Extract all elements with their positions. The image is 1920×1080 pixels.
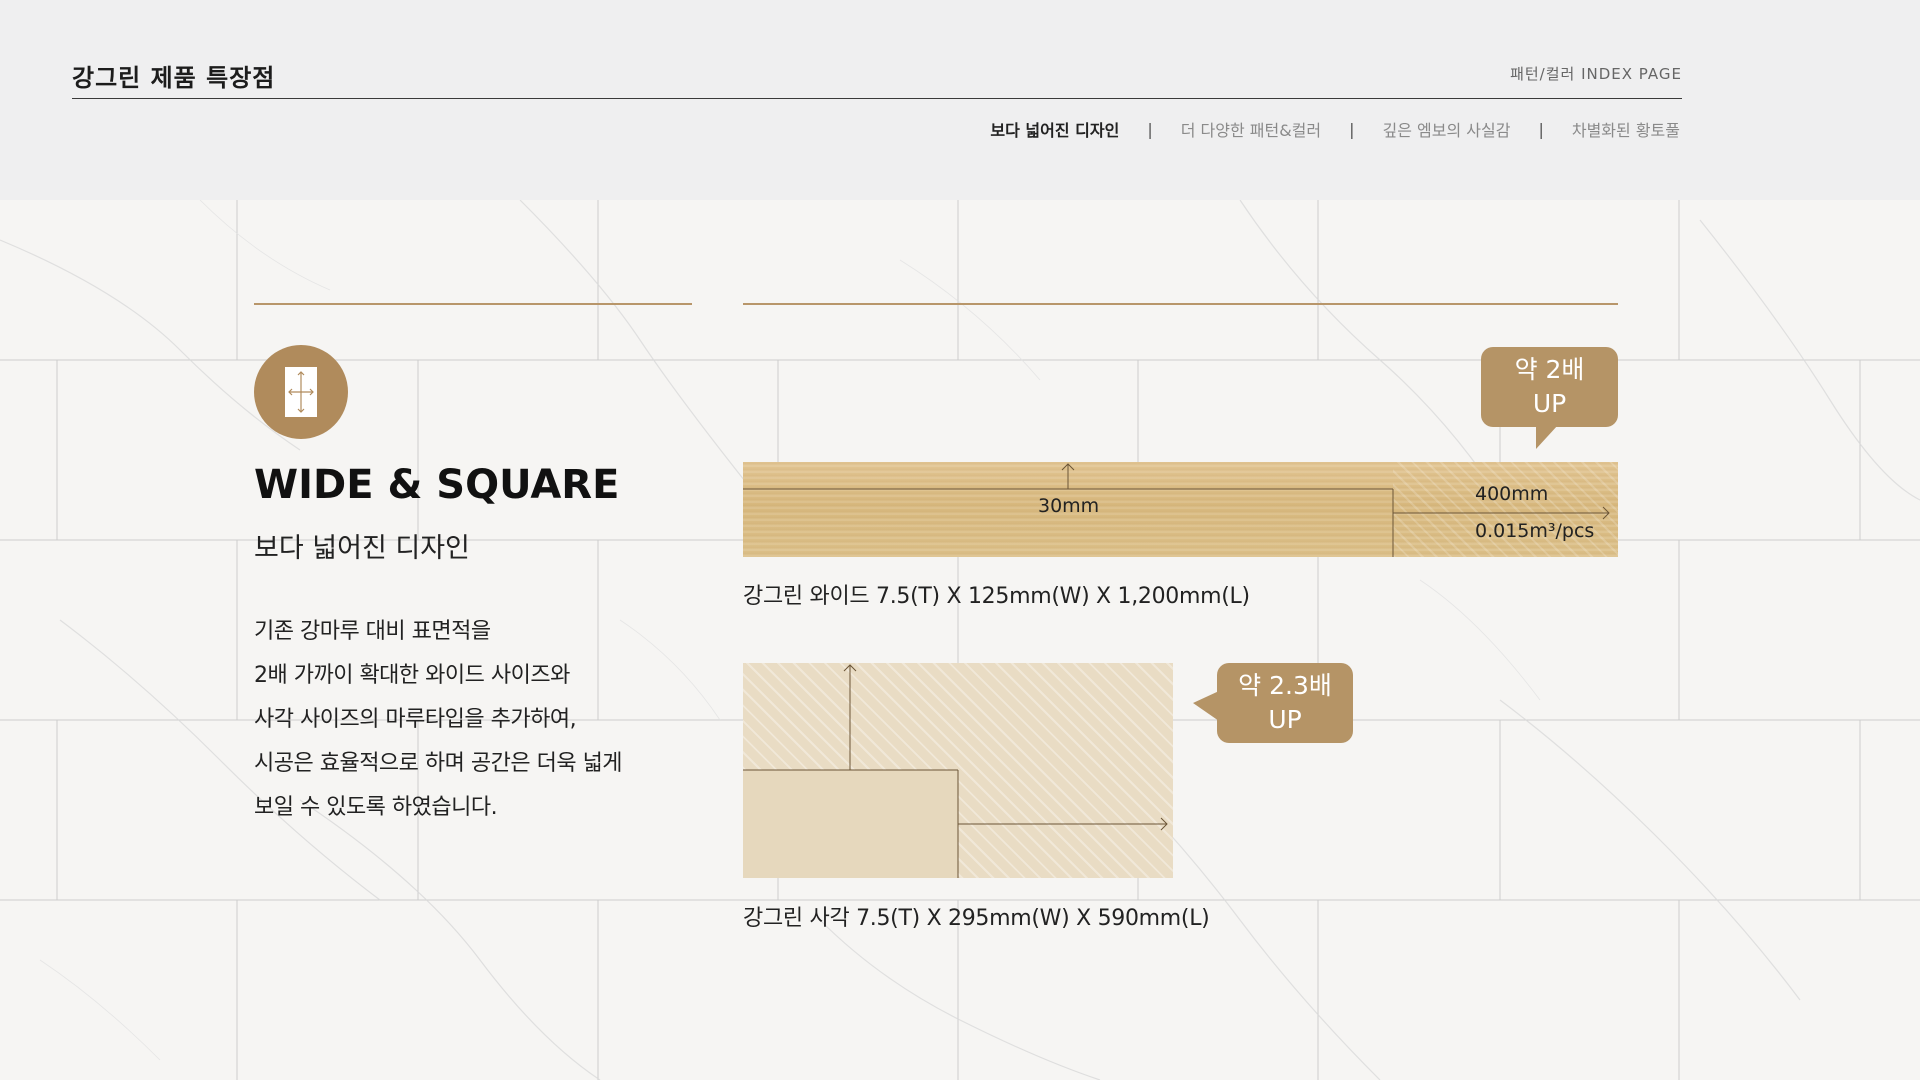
description-line: 기존 강마루 대비 표면적을 xyxy=(254,619,491,644)
subnav-separator: | xyxy=(1147,119,1153,139)
wide-product-caption: 강그린 와이드 7.5(T) X 125mm(W) X 1,200mm(L) xyxy=(743,584,1250,609)
dimension-label-volume: 0.015m³/pcs xyxy=(1475,520,1595,542)
bubble-text-ratio: 약 2배 xyxy=(1514,355,1585,384)
subnav-item-emboss-realism[interactable]: 깊은 엠보의 사실감 xyxy=(1383,117,1511,141)
wide-plank-sample xyxy=(743,462,1618,557)
left-gold-divider xyxy=(254,303,692,305)
dimension-label-length: 400mm xyxy=(1475,483,1549,505)
resize-arrows-icon xyxy=(285,367,317,417)
feature-subheading: 보다 넓어진 디자인 xyxy=(254,533,470,564)
dimension-lines xyxy=(743,463,1610,557)
feature-icon-badge xyxy=(254,345,348,439)
dimension-label-thickness: 30mm xyxy=(1038,495,1100,517)
square-tile-sample xyxy=(743,663,1173,878)
description-line: 사각 사이즈의 마루타입을 추가하여, xyxy=(254,707,577,732)
subnav-separator: | xyxy=(1538,119,1544,139)
feature-subnav: 보다 넓어진 디자인 | 더 다양한 패턴&컬러 | 깊은 엠보의 사실감 | … xyxy=(990,117,1680,141)
page-title: 강그린 제품 특장점 xyxy=(72,64,276,92)
bubble-tail xyxy=(1536,425,1558,449)
description-line: 보일 수 있도록 하였습니다. xyxy=(254,795,498,820)
dimension-lines xyxy=(743,664,1168,878)
subnav-item-loess-adhesive[interactable]: 차별화된 황토풀 xyxy=(1572,117,1680,141)
description-line: 시공은 효율적으로 하며 공간은 더욱 넓게 xyxy=(254,751,623,776)
header-divider xyxy=(72,98,1682,99)
bubble-text-ratio: 약 2.3배 xyxy=(1238,671,1332,700)
bubble-text-up: UP xyxy=(1268,705,1302,734)
square-product-caption: 강그린 사각 7.5(T) X 295mm(W) X 590mm(L) xyxy=(743,906,1210,931)
subnav-item-patterns-colors[interactable]: 더 다양한 패턴&컬러 xyxy=(1181,117,1321,141)
right-gold-divider xyxy=(743,303,1618,305)
wide-ratio-bubble: 약 2배 UP xyxy=(1481,347,1618,449)
bubble-text-up: UP xyxy=(1532,389,1567,418)
feature-description: 기존 강마루 대비 표면적을 2배 가까이 확대한 와이드 사이즈와 사각 사이… xyxy=(254,610,694,830)
page: 강그린 제품 특장점 패턴/컬러 INDEX PAGE 보다 넓어진 디자인 |… xyxy=(0,0,1920,1080)
description-line: 2배 가까이 확대한 와이드 사이즈와 xyxy=(254,663,570,688)
subnav-separator: | xyxy=(1349,119,1355,139)
subnav-item-wider-design[interactable]: 보다 넓어진 디자인 xyxy=(990,117,1119,141)
square-ratio-bubble: 약 2.3배 UP xyxy=(1193,663,1353,743)
index-page-link[interactable]: 패턴/컬러 INDEX PAGE xyxy=(1510,63,1682,84)
bubble-tail xyxy=(1193,691,1219,721)
feature-heading: WIDE & SQUARE xyxy=(254,462,620,508)
header: 강그린 제품 특장점 패턴/컬러 INDEX PAGE 보다 넓어진 디자인 |… xyxy=(0,0,1920,200)
feature-section: WIDE & SQUARE 보다 넓어진 디자인 기존 강마루 대비 표면적을 … xyxy=(0,200,1920,1080)
